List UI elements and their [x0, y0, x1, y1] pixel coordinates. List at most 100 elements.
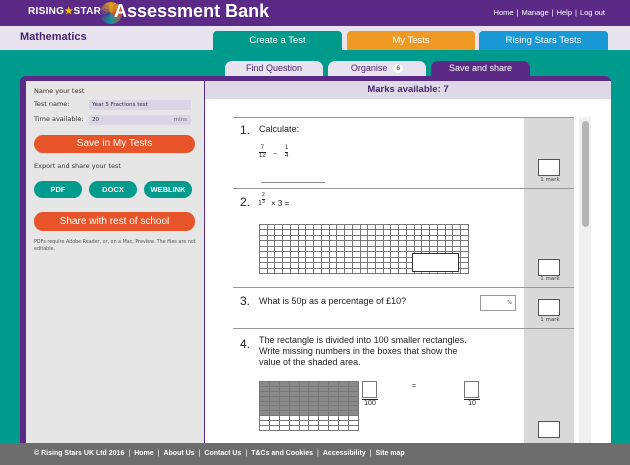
separator: |	[317, 450, 319, 457]
rising-stars-logo[interactable]: RISING★STARS	[28, 6, 108, 17]
question-divider	[233, 188, 574, 189]
question-number: 4.	[240, 337, 251, 351]
mark-box	[538, 299, 560, 316]
fraction-numerator: 1	[285, 145, 289, 151]
logo-rising-text: RISING	[28, 6, 65, 17]
mark-label: 1 mark	[540, 177, 560, 183]
answer-box	[412, 253, 459, 272]
footer-link-accessibility[interactable]: Accessibility	[323, 450, 366, 457]
tab-rising-stars-tests[interactable]: Rising Stars Tests	[479, 31, 608, 51]
subtab-save-and-share[interactable]: Save and share	[431, 61, 530, 76]
logo-assessment-text: Assessment	[114, 1, 221, 21]
fraction-2-3: 2 3	[262, 192, 265, 205]
question-number: 1.	[240, 123, 251, 137]
scrollbar-thumb[interactable]	[582, 121, 589, 227]
test-name-input[interactable]: Year 5 Fractions test	[89, 100, 191, 110]
docx-button[interactable]: DOCX	[89, 181, 137, 198]
question-number: 2.	[240, 195, 251, 209]
footer-link-contact[interactable]: Contact Us	[204, 450, 241, 457]
share-with-school-button[interactable]: Share with rest of school	[34, 212, 195, 231]
top-nav: Home | Manage | Help | Log out	[494, 8, 605, 17]
grid-cell	[298, 425, 310, 431]
footer: © Rising Stars UK Ltd 2016 | Home | About Us…	[0, 443, 630, 465]
test-name-label: Test name:	[34, 100, 70, 108]
top-link-home[interactable]: Home	[494, 8, 514, 17]
export-heading: Export and share your test	[34, 162, 121, 170]
grid-cell	[318, 425, 330, 431]
answer-box-numerator	[464, 381, 479, 398]
grid-cell	[313, 267, 322, 274]
grid-cell	[297, 267, 307, 274]
tab-create-a-test[interactable]: Create a Test	[213, 31, 342, 51]
grid-cell	[348, 425, 359, 431]
grid-cell	[375, 267, 384, 274]
grid-cell	[282, 267, 291, 274]
footer-link-about[interactable]: About Us	[163, 450, 194, 457]
grid-cell	[259, 425, 270, 431]
grid-cell	[367, 267, 376, 274]
assessment-bank-logo[interactable]: Assessment Bank	[114, 1, 269, 22]
organise-count-badge: 6	[393, 64, 404, 73]
fraction-over-10: 10	[464, 399, 480, 407]
minus-sign: −	[273, 151, 278, 158]
time-value: 20	[92, 117, 99, 123]
answer-box-numerator	[362, 381, 377, 398]
separator: |	[575, 8, 577, 17]
marks-available: Marks available: 7	[205, 81, 611, 99]
footer-link-home[interactable]: Home	[134, 450, 153, 457]
separator: |	[516, 8, 519, 17]
question-3-text: What is 50p as a percentage of £10?	[259, 296, 407, 306]
export-note: PDFs require Adobe Reader, or, on a Mac,…	[34, 240, 196, 252]
save-in-my-tests-button[interactable]: Save in My Tests	[34, 135, 195, 153]
separator: |	[128, 450, 131, 457]
grid-cell	[338, 425, 350, 431]
fraction-denominator: 100	[364, 400, 376, 407]
fraction-denominator: 12	[259, 153, 266, 159]
top-link-help[interactable]: Help	[557, 8, 572, 17]
subject-title: Mathematics	[20, 31, 87, 43]
question-divider	[233, 328, 574, 329]
weblink-button[interactable]: WEBLINK	[144, 181, 192, 198]
name-test-heading: Name your test	[34, 87, 85, 95]
separator: |	[551, 8, 554, 17]
subtab-find-question[interactable]: Find Question	[225, 61, 323, 76]
footer-link-sitemap[interactable]: Site map	[376, 450, 405, 457]
top-link-manage[interactable]: Manage	[522, 8, 549, 17]
question-2-text: × 3 =	[271, 199, 290, 208]
grid-cell	[344, 267, 353, 274]
footer-copyright: © Rising Stars UK Ltd 2016	[34, 450, 125, 457]
top-bar: RISING★STARS Assessment Bank Home | Manage…	[0, 0, 630, 26]
separator: |	[157, 450, 160, 457]
fraction-7-12: 7 12	[259, 145, 266, 160]
grid-cell	[382, 267, 392, 274]
question-4-text-line-1: The rectangle is divided into 100 smalle…	[259, 335, 467, 345]
time-available-label: Time available:	[34, 115, 84, 123]
top-link-logout[interactable]: Log out	[580, 8, 605, 17]
grid-cell	[259, 267, 268, 274]
grid-cell	[274, 267, 284, 274]
mark-box	[538, 421, 560, 438]
grid-cell	[278, 425, 290, 431]
mark-box	[538, 159, 560, 176]
time-units: mins	[173, 117, 187, 123]
answer-line	[261, 182, 325, 183]
footer-link-terms[interactable]: T&Cs and Cookies	[251, 450, 313, 457]
grid-cell	[305, 267, 315, 274]
grid-cell	[390, 267, 400, 274]
subtab-organise[interactable]: Organise 6	[328, 61, 426, 76]
tab-my-tests[interactable]: My Tests	[347, 31, 475, 51]
fraction-numerator: 2	[262, 192, 265, 198]
grid-cell	[266, 267, 276, 274]
fraction-denominator: 3	[262, 198, 265, 205]
question-4-text-line-2: Write missing numbers in the boxes that …	[259, 346, 458, 356]
question-4-text-line-3: value of the shaded area.	[259, 357, 361, 367]
grid-cell	[359, 267, 369, 274]
star-icon: ★	[64, 6, 74, 17]
grid-cell	[328, 267, 338, 274]
grid-cell	[460, 267, 469, 274]
fraction-denominator: 10	[468, 400, 476, 407]
mark-label: 1 mark	[540, 317, 560, 323]
time-available-input[interactable]: 20 mins	[89, 115, 191, 125]
pdf-button[interactable]: PDF	[34, 181, 82, 198]
question-divider	[233, 287, 574, 288]
